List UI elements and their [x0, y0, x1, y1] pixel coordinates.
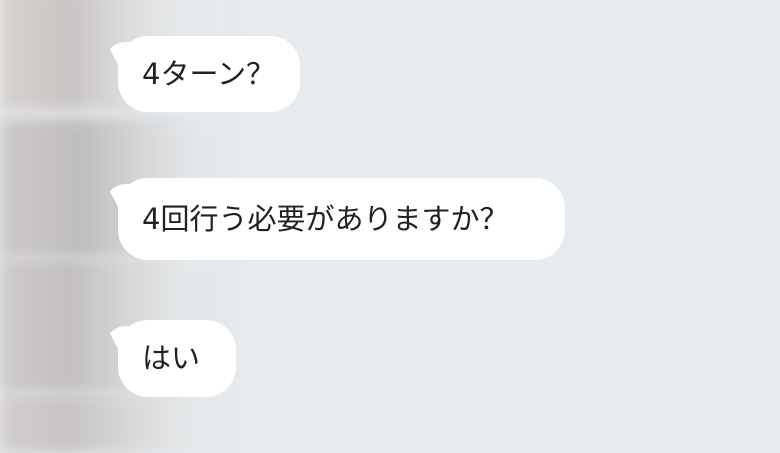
blurred-avatar-area	[0, 393, 230, 453]
chat-thread: 4ターン？ 4回行う必要がありますか？ はい	[0, 0, 780, 453]
message-text: 4回行う必要がありますか？	[142, 201, 509, 236]
message-text: はい	[142, 341, 201, 375]
message-bubble[interactable]: はい	[106, 320, 236, 397]
message-bubble[interactable]: 4ターン？	[106, 36, 300, 112]
message-bubble[interactable]: 4回行う必要がありますか？	[106, 178, 565, 260]
message-text: 4ターン？	[142, 56, 276, 91]
